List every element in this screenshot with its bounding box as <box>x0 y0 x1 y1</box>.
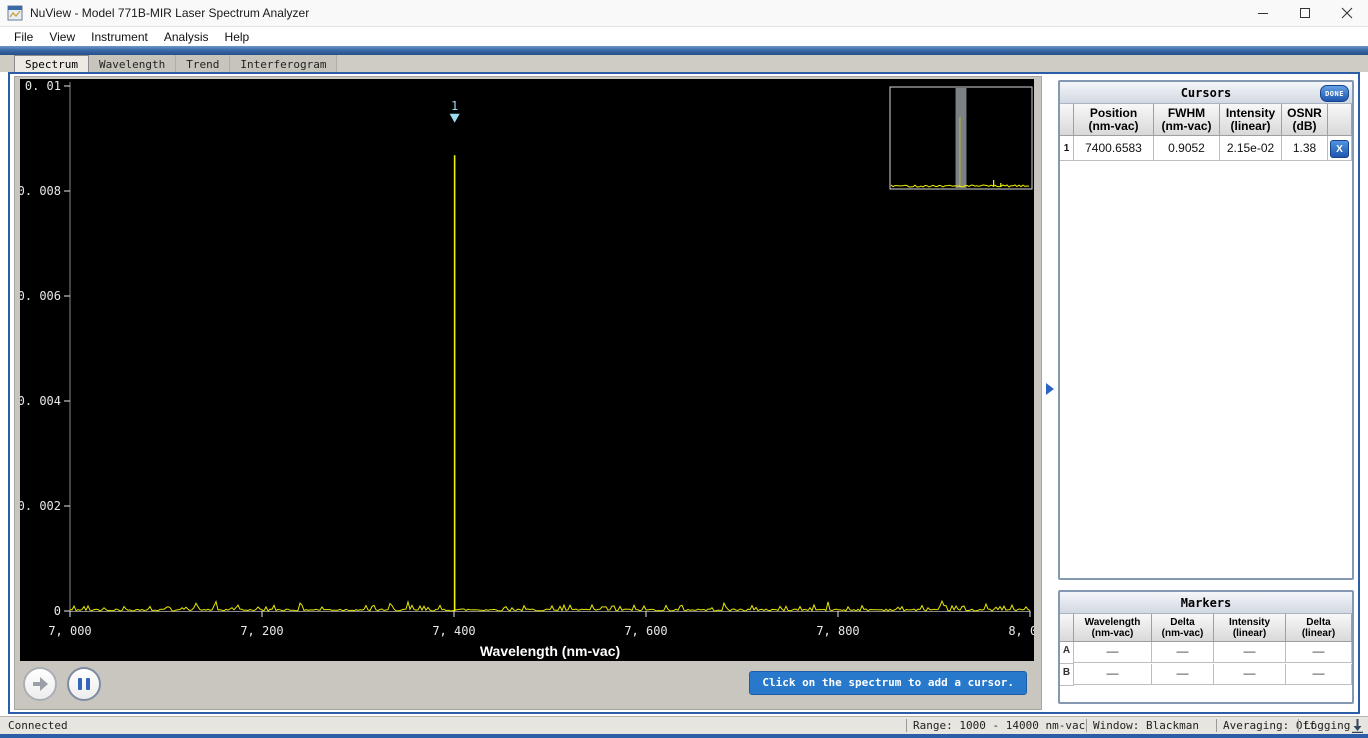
status-divider <box>906 719 907 732</box>
minimize-button[interactable] <box>1242 0 1284 26</box>
x-tick-label: 7, 600 <box>624 624 667 638</box>
marker-a-delta-nm: — <box>1152 642 1214 663</box>
menu-file[interactable]: File <box>6 28 41 46</box>
cursor-position-value: 7400.6583 <box>1074 136 1154 161</box>
markers-table: Wavelength(nm-vac) Delta(nm-vac) Intensi… <box>1060 614 1352 686</box>
close-icon <box>1341 7 1353 19</box>
x-tick-label: 7, 200 <box>240 624 283 638</box>
menu-help[interactable]: Help <box>217 28 258 46</box>
play-icon <box>32 677 49 691</box>
x-tick-label: 7, 000 <box>48 624 91 638</box>
spectrum-plot-panel: 0. 01 0. 008 0. 006 0. 004 0. 002 0 7, 000 7, 2… <box>14 76 1042 710</box>
window-title: NuView - Model 771B-MIR Laser Spectrum A… <box>30 6 309 20</box>
cursor-marker-label: 1 <box>451 99 458 113</box>
marker-b-delta-lin: — <box>1286 664 1352 685</box>
markers-title: Markers <box>1181 596 1232 610</box>
x-tick-label: 7, 400 <box>432 624 475 638</box>
y-tick-label: 0 <box>54 604 61 618</box>
spectrum-trace <box>70 601 1030 611</box>
chevron-right-icon <box>1046 383 1054 395</box>
close-button[interactable] <box>1326 0 1368 26</box>
delete-cursor-button[interactable]: X <box>1330 140 1349 158</box>
x-axis-title: Wavelength (nm-vac) <box>480 643 620 659</box>
markers-col-intensity: Intensity(linear) <box>1214 614 1286 642</box>
pause-icon <box>76 678 92 690</box>
cursors-col-position: Position(nm-vac) <box>1074 104 1154 136</box>
y-tick-label: 0. 004 <box>20 394 61 408</box>
cursor-actions-cell: X <box>1328 136 1352 161</box>
tab-spectrum[interactable]: Spectrum <box>14 55 89 72</box>
status-window: Window: Blackman <box>1093 719 1199 732</box>
cursors-col-actions <box>1328 104 1352 136</box>
cursors-col-intensity: Intensity(linear) <box>1220 104 1282 136</box>
play-button[interactable] <box>23 667 57 701</box>
toolbar-strip <box>0 46 1368 55</box>
pause-button[interactable] <box>67 667 101 701</box>
spectrum-plot[interactable]: 0. 01 0. 008 0. 006 0. 004 0. 002 0 7, 000 7, 2… <box>20 79 1034 661</box>
markers-col-delta-lin: Delta(linear) <box>1286 614 1352 642</box>
app-icon <box>7 5 23 21</box>
cursors-col-fwhm: FWHM(nm-vac) <box>1154 104 1220 136</box>
window-frame-bottom <box>0 734 1368 738</box>
x-tick-label: 7, 800 <box>816 624 859 638</box>
menu-view[interactable]: View <box>41 28 83 46</box>
cursor-hint: Click on the spectrum to add a cursor. <box>749 671 1027 695</box>
tab-trend[interactable]: Trend <box>176 55 230 72</box>
app-window: NuView - Model 771B-MIR Laser Spectrum A… <box>0 0 1368 738</box>
tab-interferogram[interactable]: Interferogram <box>230 55 337 72</box>
markers-panel: Markers Wavelength(nm-vac) Delta(nm-vac)… <box>1058 590 1354 704</box>
main-content: 0. 01 0. 008 0. 006 0. 004 0. 002 0 7, 000 7, 2… <box>8 72 1360 714</box>
cursor-row-index: 1 <box>1060 136 1074 161</box>
status-connected: Connected <box>8 719 68 732</box>
marker-a-intensity: — <box>1214 642 1286 663</box>
marker-b-wavelength: — <box>1074 664 1152 685</box>
tab-wavelength[interactable]: Wavelength <box>89 55 176 72</box>
cursors-panel: Cursors DONE Position(nm-vac) FWHM(nm-va… <box>1058 80 1354 580</box>
status-divider <box>1216 719 1217 732</box>
marker-a-delta-lin: — <box>1286 642 1352 663</box>
menu-analysis[interactable]: Analysis <box>156 28 217 46</box>
menubar: File View Instrument Analysis Help <box>0 27 1368 46</box>
status-averaging: Averaging: Off <box>1223 719 1316 732</box>
cursor-intensity-value: 2.15e-02 <box>1220 136 1282 161</box>
y-tick-label: 0. 002 <box>20 499 61 513</box>
right-panel: Cursors DONE Position(nm-vac) FWHM(nm-va… <box>1056 74 1358 712</box>
marker-a-label: A <box>1060 642 1074 664</box>
markers-col-wavelength: Wavelength(nm-vac) <box>1074 614 1152 642</box>
marker-b-intensity: — <box>1214 664 1286 685</box>
x-tick-label: 8, 000 <box>1008 624 1034 638</box>
overview-zoom-region[interactable] <box>956 88 967 188</box>
status-range: Range: 1000 - 14000 nm-vac <box>913 719 1085 732</box>
maximize-icon <box>1299 7 1311 19</box>
done-button[interactable]: DONE <box>1320 85 1349 102</box>
cursors-header: Cursors DONE <box>1060 82 1352 104</box>
cursor-marker-icon <box>450 114 460 123</box>
marker-b-label: B <box>1060 664 1074 686</box>
cursors-table: Position(nm-vac) FWHM(nm-vac) Intensity(… <box>1060 104 1352 161</box>
menu-instrument[interactable]: Instrument <box>83 28 156 46</box>
marker-b-delta-nm: — <box>1152 664 1214 685</box>
cursors-title: Cursors <box>1181 86 1232 100</box>
status-divider <box>1086 719 1087 732</box>
y-tick-label: 0. 008 <box>20 184 61 198</box>
markers-col-index <box>1060 614 1074 642</box>
cursor-fwhm-value: 0.9052 <box>1154 136 1220 161</box>
status-bar: Connected Range: 1000 - 14000 nm-vac Win… <box>0 716 1368 735</box>
y-tick-label: 0. 01 <box>25 79 61 93</box>
y-tick-label: 0. 006 <box>20 289 61 303</box>
minimize-icon <box>1257 7 1269 19</box>
status-logging: Logging <box>1304 719 1350 732</box>
tab-bar: Spectrum Wavelength Trend Interferogram <box>0 55 1368 72</box>
titlebar: NuView - Model 771B-MIR Laser Spectrum A… <box>0 0 1368 27</box>
cursor-osnr-value: 1.38 <box>1282 136 1328 161</box>
cursors-col-index <box>1060 104 1074 136</box>
maximize-button[interactable] <box>1284 0 1326 26</box>
marker-a-wavelength: — <box>1074 642 1152 663</box>
markers-header: Markers <box>1060 592 1352 614</box>
status-divider <box>1298 719 1299 732</box>
cursors-col-osnr: OSNR(dB) <box>1282 104 1328 136</box>
markers-col-delta-nm: Delta(nm-vac) <box>1152 614 1214 642</box>
panel-collapse-arrow[interactable] <box>1045 382 1055 396</box>
